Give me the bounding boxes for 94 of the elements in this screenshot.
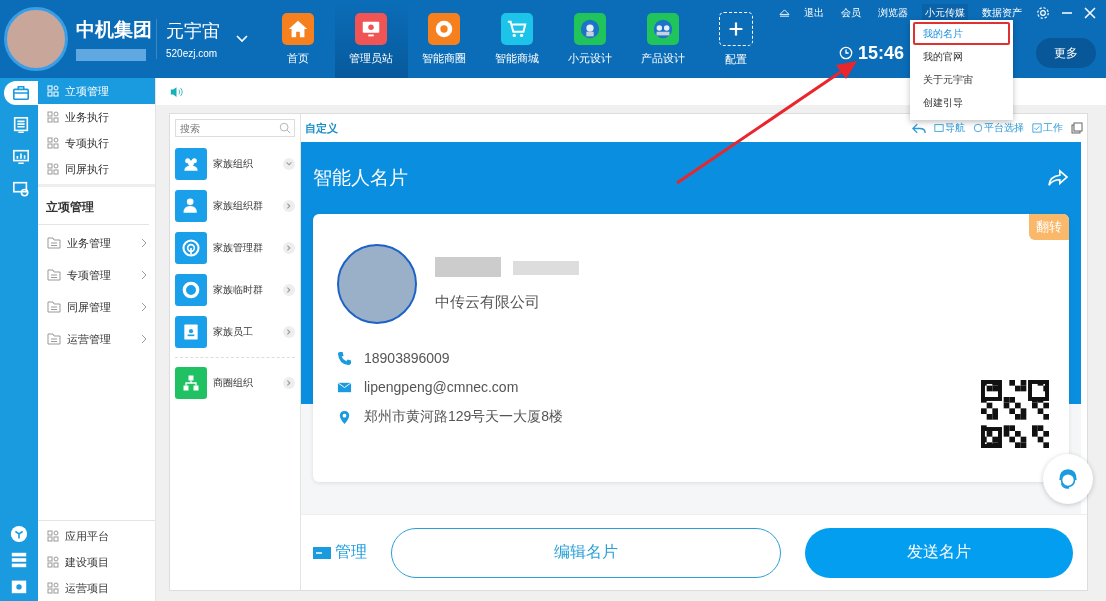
chart-icon [12,148,30,166]
section-title: 立项管理 [38,187,149,225]
clock-icon [838,46,853,60]
nav-tab[interactable]: 配置 [700,0,773,78]
top-link[interactable]: 数据资产 [979,4,1025,22]
custom-link[interactable]: 自定义 [305,120,338,136]
toolbar-link[interactable]: 导航 [934,121,965,135]
chevron-right-icon [141,270,147,280]
grid-icon [47,85,59,97]
org-item[interactable]: 商圈组织 [175,362,295,404]
chevron-right-icon [141,334,147,344]
org-item[interactable]: 家族临时群 [175,269,295,311]
grid-icon [47,556,59,568]
share-icon[interactable] [1047,169,1069,187]
contact-text: lipengpeng@cmnec.com [364,379,519,395]
chevron-down-icon[interactable] [236,35,248,43]
card-icon [313,546,331,559]
org-item[interactable]: 家族组织群 [175,185,295,227]
contact-text: 郑州市黄河路129号天一大厦8楼 [364,408,564,426]
brand-name: 元宇宙 [166,20,221,43]
contact-text: 18903896009 [364,350,450,366]
org-item[interactable]: 家族组织 [175,143,295,185]
sidebar-group[interactable]: 业务管理 [38,227,155,259]
pin-icon [337,409,352,425]
sidebar-group[interactable]: 运营管理 [38,323,155,355]
popout-icon[interactable] [1071,122,1083,134]
clock-time: 15:46 [857,42,904,64]
domain-text: 520ezj.com [166,48,219,59]
folder-icon [47,237,61,249]
sidebar-item[interactable]: 应用平台 [38,523,155,549]
page-title: 智能人名片 [313,166,408,190]
eject-icon[interactable] [779,8,790,18]
grid-icon [47,111,59,123]
more-button[interactable]: 更多 [1036,38,1096,68]
settings-icon[interactable] [1036,6,1050,20]
grid-icon [47,137,59,149]
menu-item[interactable]: 我的名片 [913,22,1010,45]
sidebar-group[interactable]: 同屏管理 [38,291,155,323]
close-icon[interactable] [1084,7,1096,19]
org-item[interactable]: 家族员工 [175,311,295,353]
toolbar-link[interactable]: 平台选择 [973,121,1024,135]
qr-code-drawing [981,380,1049,448]
top-link[interactable]: 浏览器 [875,4,911,22]
document-icon [12,116,30,134]
grid-icon [47,530,59,542]
checkbox-icon [1032,123,1042,133]
sidebar-item[interactable]: 业务执行 [38,104,155,130]
blurred-text [435,256,501,277]
speaker-icon [170,85,183,98]
chevron-right-icon[interactable] [283,377,295,389]
briefcase-icon [12,84,30,102]
phone-icon [337,350,352,366]
folder-icon [47,333,61,345]
chevron-right-icon [141,302,147,312]
sidebar-item[interactable]: 运营项目 [38,575,155,601]
chevron-right-icon[interactable] [283,284,295,296]
search-field[interactable]: 搜索 [175,119,295,137]
menu-item[interactable]: 关于元宇宙 [913,68,1010,91]
company-name: 中传云有限公司 [435,292,541,312]
chevron-right-icon[interactable] [283,200,295,212]
sidebar-item[interactable]: 专项执行 [38,130,155,156]
server-icon[interactable] [10,551,28,569]
grid-icon [47,582,59,594]
sidebar-group[interactable]: 专项管理 [38,259,155,291]
menu-item[interactable]: 创建引导 [913,91,1010,114]
frame-icon [934,123,944,133]
blurred-text [76,49,146,61]
nav-tab[interactable]: 产品设计 [627,0,700,78]
rail-tab[interactable] [4,81,38,105]
nav-tab[interactable]: 小元设计 [554,0,627,78]
toolbar-link[interactable]: 工作 [1032,121,1063,135]
grid-icon [47,163,59,175]
company-name: 中机集团 [76,18,153,42]
menu-item[interactable]: 我的官网 [913,45,1010,68]
nav-tab[interactable]: 智能商城 [481,0,554,78]
refresh-icon [973,123,983,133]
folder-icon [47,301,61,313]
support-agent-icon[interactable] [1043,454,1093,504]
org-item[interactable]: 家族管理群 [175,227,295,269]
chevron-right-icon[interactable] [283,242,295,254]
chevron-right-icon[interactable] [283,326,295,338]
chevron-right-icon [141,238,147,248]
mail-icon [337,379,352,395]
top-link[interactable]: 退出 [801,4,827,22]
top-link[interactable]: 会员 [838,4,864,22]
sidebar-item[interactable]: 建设项目 [38,549,155,575]
nav-tab[interactable]: 智能商圈 [408,0,481,78]
sidebar-item[interactable]: 同屏执行 [38,156,155,182]
screen-gear-icon [12,180,30,198]
blurred-text [513,260,579,275]
back-arrow-icon[interactable] [912,122,926,134]
chevron-down-icon[interactable] [283,158,295,170]
nav-tab[interactable]: 首页 [262,0,335,78]
folder-icon [47,269,61,281]
